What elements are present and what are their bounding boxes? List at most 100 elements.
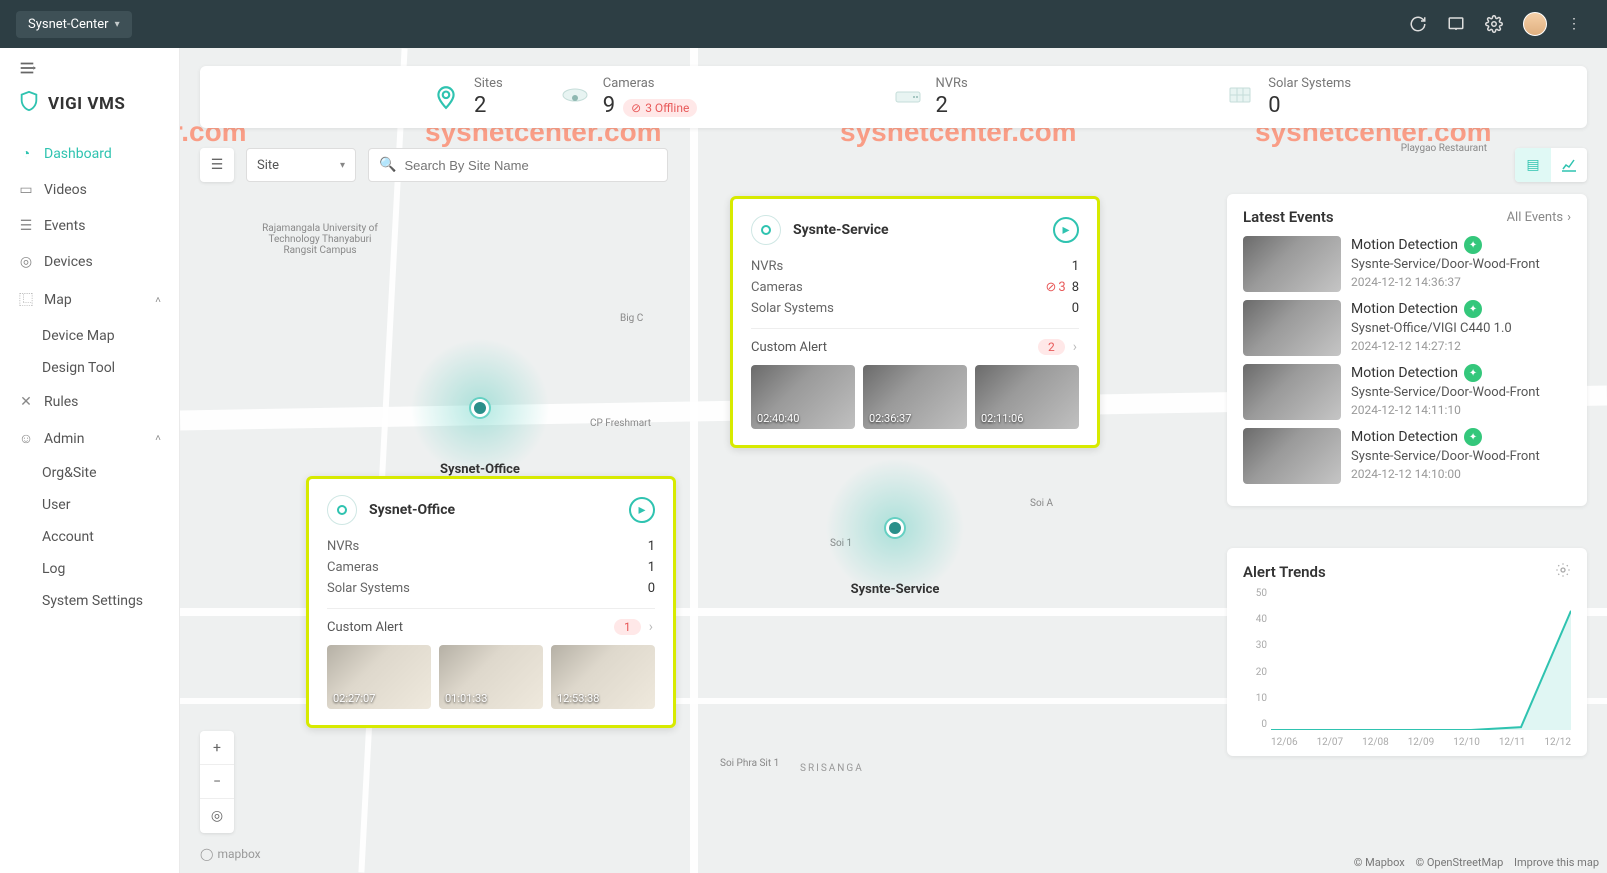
nav-org-site[interactable]: Org&Site: [0, 457, 179, 489]
sidebar: VIGI VMS ◔Dashboard ▭Videos ☰Events ◎Dev…: [0, 48, 180, 873]
mapbox-logo: ◯ mapbox: [200, 847, 261, 861]
zoom-out-button[interactable]: −: [200, 765, 234, 799]
list-icon: ☰: [18, 218, 34, 234]
offline-icon: ⊘: [631, 101, 641, 115]
all-events-link[interactable]: All Events›: [1507, 210, 1571, 225]
motion-icon: ✦: [1464, 300, 1482, 318]
main: Rajamangala University of Technology Tha…: [180, 48, 1607, 873]
event-row[interactable]: Motion Detection✦Sysnte-Service/Door-Woo…: [1243, 428, 1571, 484]
nav-map[interactable]: ⿺Map˄: [0, 280, 179, 320]
nav-user[interactable]: User: [0, 489, 179, 521]
map-pin[interactable]: [886, 519, 904, 537]
nav-rules[interactable]: ✕Rules: [0, 384, 179, 420]
view-chart-button[interactable]: [1551, 148, 1587, 182]
nav-dashboard[interactable]: ◔Dashboard: [0, 135, 179, 172]
event-location: Sysnte-Service/Door-Wood-Front: [1351, 257, 1571, 272]
chevron-right-icon: ›: [1567, 210, 1571, 225]
nav-admin[interactable]: ☺Admin˄: [0, 420, 179, 457]
event-thumbnail: [1243, 300, 1341, 356]
site-name: Sysnet-Center: [28, 17, 109, 32]
nav-videos[interactable]: ▭Videos: [0, 172, 179, 208]
event-time: 2024-12-12 14:10:00: [1351, 467, 1571, 481]
refresh-button[interactable]: [1403, 9, 1433, 39]
zoom-controls: + − ◎: [200, 731, 234, 833]
nav-devices[interactable]: ◎Devices: [0, 244, 179, 280]
offline-badge: ⊘3 Offline: [623, 99, 697, 117]
map-label: CP Freshmart: [590, 418, 651, 429]
settings-button[interactable]: [1479, 9, 1509, 39]
view-list-button[interactable]: ▤: [1515, 148, 1551, 182]
site-selector[interactable]: Sysnet-Center ▾: [16, 11, 132, 38]
search-input[interactable]: [404, 158, 657, 173]
event-time: 2024-12-12 14:27:12: [1351, 339, 1571, 353]
stat-sites: Sites2: [228, 76, 561, 118]
alert-thumbnail[interactable]: 02:40:40: [751, 365, 855, 429]
unlink-icon: ⊘: [1045, 280, 1056, 295]
event-type: Motion Detection✦: [1351, 364, 1571, 382]
custom-alert-label: Custom Alert: [751, 340, 827, 355]
site-filter-dropdown[interactable]: Site▾: [246, 148, 356, 182]
more-button[interactable]: ⋮: [1561, 10, 1587, 38]
panel-title: Alert Trends: [1243, 563, 1326, 581]
shield-icon: [18, 90, 40, 117]
event-location: Sysnet-Office/VIGI C440 1.0: [1351, 321, 1571, 336]
solar-icon: [1226, 83, 1254, 111]
user-avatar[interactable]: [1517, 6, 1553, 42]
map-pin[interactable]: [471, 399, 489, 417]
settings-icon[interactable]: [1555, 562, 1571, 582]
event-row[interactable]: Motion Detection✦ Sysnte-Service/Door-Woo…: [1243, 364, 1571, 420]
search-icon: 🔍: [379, 157, 396, 173]
chevron-right-icon[interactable]: ›: [647, 619, 655, 635]
collapse-sidebar-button[interactable]: [0, 60, 179, 90]
search-box: 🔍: [368, 148, 668, 182]
nav-account[interactable]: Account: [0, 521, 179, 553]
alert-thumbnail[interactable]: 01:01:33: [439, 645, 543, 709]
event-time: 2024-12-12 14:36:37: [1351, 275, 1571, 289]
event-thumbnail: [1243, 364, 1341, 420]
motion-icon: ✦: [1464, 428, 1482, 446]
nav-system-settings[interactable]: System Settings: [0, 585, 179, 617]
map-attribution: © Mapbox © OpenStreetMap Improve this ma…: [1346, 856, 1599, 869]
nav-device-map[interactable]: Device Map: [0, 320, 179, 352]
nav-events[interactable]: ☰Events: [0, 208, 179, 244]
logo: VIGI VMS: [0, 90, 179, 135]
event-thumbnail: [1243, 428, 1341, 484]
map-label: SRISANGA: [800, 763, 864, 774]
nvr-icon: [894, 83, 922, 111]
alert-thumbnail[interactable]: 02:27:07: [327, 645, 431, 709]
site-title: Sysnte-Service: [793, 222, 1041, 238]
camera-icon: [561, 83, 589, 111]
nav-log[interactable]: Log: [0, 553, 179, 585]
locate-button[interactable]: ◎: [200, 799, 234, 833]
event-thumbnail: [1243, 236, 1341, 292]
event-row[interactable]: Motion Detection✦Sysnet-Office/VIGI C440…: [1243, 300, 1571, 356]
trend-chart: 50403020100 12/0612/0712/0812/0912/1012/…: [1243, 588, 1571, 748]
list-toggle-button[interactable]: ☰: [200, 148, 234, 182]
alert-count-badge: 2: [1038, 339, 1065, 355]
chevron-down-icon: ▾: [340, 160, 345, 171]
alert-thumbnail[interactable]: 02:36:37: [863, 365, 967, 429]
alert-thumbnail[interactable]: 02:11:06: [975, 365, 1079, 429]
chevron-up-icon: ˄: [155, 433, 161, 444]
event-row[interactable]: Motion Detection✦Sysnte-Service/Door-Woo…: [1243, 236, 1571, 292]
event-time: 2024-12-12 14:11:10: [1351, 403, 1571, 417]
stats-bar: Sites2 Cameras9⊘3 Offline NVRs2 Solar Sy…: [200, 66, 1587, 128]
alert-thumbnail[interactable]: 12:53:38: [551, 645, 655, 709]
user-icon: ☺: [18, 430, 34, 447]
zoom-in-button[interactable]: +: [200, 731, 234, 765]
site-card-sysnet-office: Sysnet-Office ▸ NVRs1 Cameras1 Solar Sys…: [306, 476, 676, 728]
gauge-icon: ◔: [18, 145, 34, 162]
play-button[interactable]: ▸: [629, 497, 655, 523]
nav-design-tool[interactable]: Design Tool: [0, 352, 179, 384]
event-location: Sysnte-Service/Door-Wood-Front: [1351, 385, 1571, 400]
fullscreen-button[interactable]: [1441, 9, 1471, 39]
alert-count-badge: 1: [614, 619, 641, 635]
target-icon: ◎: [18, 254, 34, 270]
play-button[interactable]: ▸: [1053, 217, 1079, 243]
rules-icon: ✕: [18, 394, 34, 410]
latest-events-panel: Latest Events All Events› Motion Detecti…: [1227, 194, 1587, 506]
site-title: Sysnet-Office: [369, 502, 617, 518]
event-type: Motion Detection✦: [1351, 428, 1571, 446]
map-pin-label: Sysnet-Office: [440, 462, 520, 477]
chevron-right-icon[interactable]: ›: [1071, 339, 1079, 355]
